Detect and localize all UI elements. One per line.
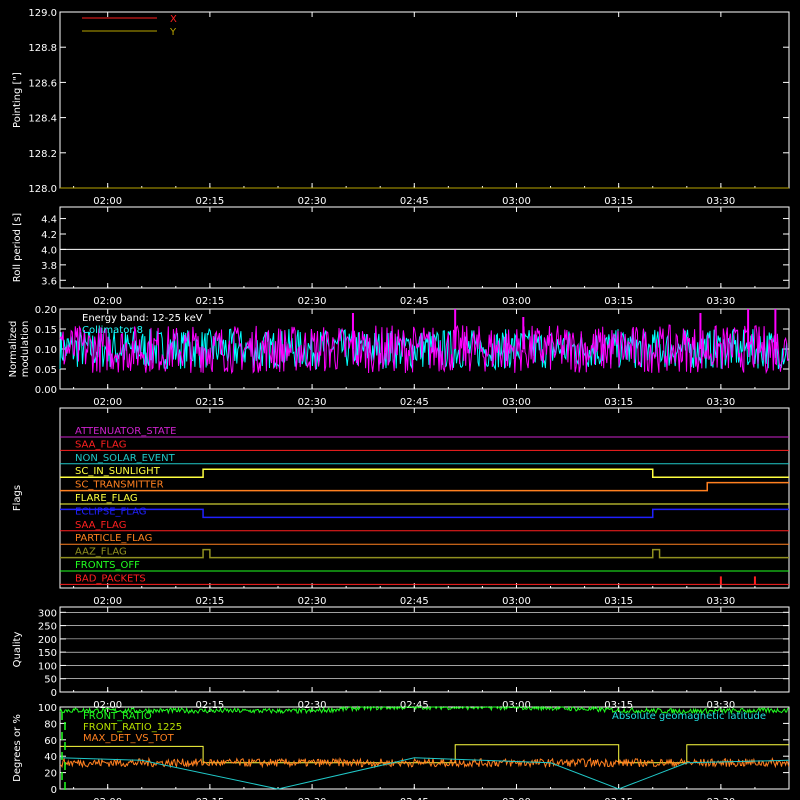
flag-label: SC_TRANSMITTER [75, 480, 164, 491]
y-tick-label: 100 [38, 661, 57, 672]
x-tick-label: 02:30 [298, 296, 327, 307]
y-axis-label: Degrees or % [12, 714, 23, 782]
flag-label: BAD_PACKETS [75, 573, 146, 584]
y-tick-label: 0 [51, 785, 57, 796]
x-tick-label: 02:45 [400, 196, 429, 207]
x-tick-label: 03:30 [706, 397, 735, 408]
flag-line [60, 468, 789, 478]
flag-label: SC_IN_SUNLIGHT [75, 466, 161, 477]
flag-line [60, 481, 789, 492]
flag-label: SAA_FLAG [75, 439, 126, 450]
y-axis-label: Quality [12, 632, 23, 668]
flag-label: ATTENUATOR_STATE [75, 426, 176, 437]
y-tick-label: 200 [38, 635, 57, 646]
y-tick-label: 60 [44, 736, 57, 747]
x-tick-label: 02:15 [195, 596, 224, 607]
y-tick-label: 4.0 [41, 245, 57, 256]
y-tick-label: 300 [38, 608, 57, 619]
y-tick-label: 80 [44, 719, 57, 730]
x-tick-label: 02:00 [93, 596, 122, 607]
legend-label: FRONT_RATIO_1225 [83, 722, 182, 733]
legend-label: X [170, 14, 177, 25]
x-tick-label: 03:00 [502, 296, 531, 307]
flag-line [60, 508, 789, 519]
y-axis-label: modulation [20, 321, 31, 378]
y-tick-label: 40 [44, 752, 57, 763]
panel-3: 02:00 02:15 02:30 02:45 03:00 03:15 03:30 0.00 0… [8, 305, 790, 408]
y-axis-label: Flags [12, 485, 23, 511]
y-tick-label: 0.05 [35, 365, 57, 376]
panel-4: 02:00 02:15 02:30 02:45 03:00 03:15 03:30 Flags… [12, 407, 790, 607]
annotation-latitude: Absolute geomagnetic latitude [612, 711, 766, 722]
x-tick-label: 03:00 [502, 397, 531, 408]
y-axis-label: Roll period [s] [12, 213, 23, 282]
x-tick-label: 03:15 [604, 296, 633, 307]
flag-label: PARTICLE_FLAG [75, 533, 152, 544]
y-tick-label: 0.10 [35, 345, 57, 356]
y-tick-label: 0 [51, 688, 57, 699]
y-tick-label: 0.15 [35, 325, 57, 336]
legend-label: MAX_DET_VS_TOT [83, 733, 175, 744]
x-tick-label: 03:15 [604, 196, 633, 207]
legend-label: Y [169, 27, 177, 38]
panel-5: 02:00 02:15 02:30 02:45 03:00 03:15 03:3005010… [12, 606, 790, 711]
y-tick-label: 4.2 [41, 230, 57, 241]
annotation-collimator: Collimator 8 [82, 325, 143, 336]
x-tick-label: 03:15 [604, 596, 633, 607]
panel-frame [59, 606, 790, 693]
y-tick-label: 3.6 [41, 276, 57, 287]
y-tick-label: 250 [38, 622, 57, 633]
y-axis-label: Pointing ["] [12, 72, 23, 128]
flag-label: NON_SOLAR_EVENT [75, 453, 176, 464]
y-tick-label: 20 [44, 769, 57, 780]
x-tick-label: 02:30 [298, 397, 327, 408]
y-tick-label: 0.00 [35, 385, 57, 396]
x-tick-label: 03:00 [502, 596, 531, 607]
y-tick-label: 100 [38, 703, 57, 714]
flag-label: SAA_FLAG [75, 520, 126, 531]
flag-label: FLARE_FLAG [75, 493, 138, 504]
legend-label: FRONT_RATIO [83, 711, 152, 722]
y-tick-label: 128.4 [28, 114, 57, 125]
y-tick-label: 4.4 [41, 215, 57, 226]
y-axis-label: Normalized [8, 321, 19, 378]
y-tick-label: 128.0 [28, 184, 57, 195]
panel-frame [59, 206, 790, 289]
x-tick-label: 03:30 [706, 196, 735, 207]
x-tick-label: 02:45 [400, 596, 429, 607]
x-tick-label: 02:45 [400, 296, 429, 307]
x-tick-label: 02:00 [93, 397, 122, 408]
panel-2: 02:00 02:15 02:30 02:45 03:00 03:15 03:30 3.6 3.… [12, 206, 790, 307]
flag-label: ECLIPSE_FLAG [75, 506, 146, 517]
x-tick-label: 03:30 [706, 596, 735, 607]
panel-1: 02:00 02:15 02:30 02:45 03:00 03:15 03:30 128.0… [12, 8, 790, 207]
y-tick-label: 128.2 [28, 149, 57, 160]
x-tick-label: 03:15 [604, 397, 633, 408]
x-tick-label: 03:30 [706, 296, 735, 307]
y-tick-label: 128.8 [28, 43, 57, 54]
x-tick-label: 03:00 [502, 196, 531, 207]
chart-stack: 02:00 02:15 02:30 02:45 03:00 03:15 03:30 128.0… [8, 8, 790, 800]
panel-6: 02:0002:1502:3002:4503:0003:1503:3002040… [12, 703, 790, 800]
y-tick-label: 0.20 [35, 305, 57, 316]
y-tick-label: 129.0 [28, 8, 57, 19]
x-tick-label: 02:30 [298, 196, 327, 207]
y-tick-label: 50 [44, 675, 57, 686]
x-tick-label: 02:45 [400, 397, 429, 408]
x-tick-label: 02:15 [195, 397, 224, 408]
x-tick-label: 02:15 [195, 196, 224, 207]
x-tick-label: 02:00 [93, 296, 122, 307]
panel-frame [59, 11, 790, 189]
y-tick-label: 128.6 [28, 78, 57, 89]
y-tick-label: 3.8 [41, 261, 57, 272]
y-tick-label: 150 [38, 648, 57, 659]
x-tick-label: 02:00 [93, 196, 122, 207]
flag-line [60, 548, 789, 559]
flag-label: AAZ_FLAG [75, 547, 127, 558]
x-tick-label: 02:15 [195, 296, 224, 307]
x-tick-label: 02:30 [298, 596, 327, 607]
annotation-energy: Energy band: 12-25 keV [82, 313, 203, 324]
flag-label: FRONTS_OFF [75, 560, 140, 571]
